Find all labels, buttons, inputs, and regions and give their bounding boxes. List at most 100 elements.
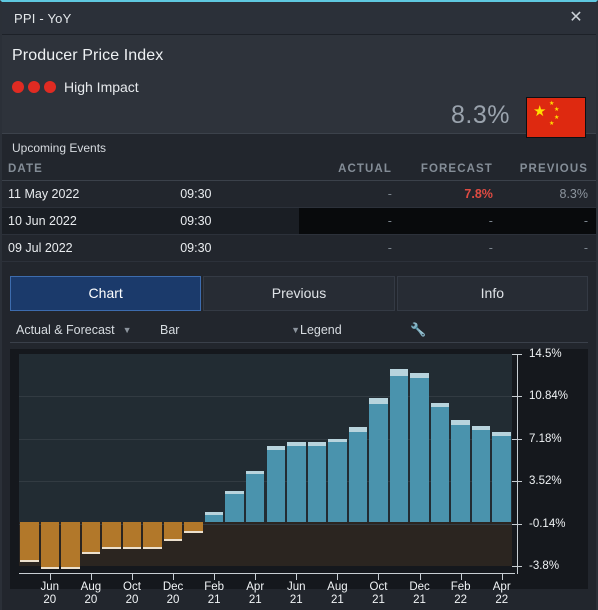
y-axis-label: -0.14% <box>529 517 566 530</box>
x-axis-label: Dec 21 <box>409 581 430 606</box>
cell-date: 09 Jul 2022 <box>2 234 181 262</box>
chart-plot-area <box>19 354 512 570</box>
chart-bar[interactable] <box>287 354 306 566</box>
column-header-previous: PREVIOUS <box>500 159 596 181</box>
cell-actual: - <box>298 180 400 208</box>
x-axis-label: Apr 21 <box>246 581 265 606</box>
bar-actual-segment <box>287 445 306 522</box>
impact-dots <box>12 81 56 93</box>
bar-actual-segment <box>184 521 203 532</box>
impact-dot <box>12 81 24 93</box>
column-header-date: DATE <box>2 159 181 181</box>
x-axis-tick <box>214 574 216 580</box>
tab-chart[interactable]: Chart <box>10 276 202 311</box>
chart-bar[interactable] <box>245 354 265 566</box>
page-title: Producer Price Index <box>12 47 164 64</box>
series-select[interactable]: Actual & Forecast ▼ <box>10 323 160 337</box>
chart-bar[interactable] <box>81 354 101 566</box>
chart-bar[interactable] <box>430 354 450 566</box>
chart-bar[interactable] <box>122 354 142 566</box>
cell-date: 10 Jun 2022 <box>2 207 181 235</box>
chart-container[interactable]: 14.5% 10.84% 7.18% 3.52% -0.14% -3.8% Jun 20 Au… <box>10 348 588 606</box>
flag-star-small: ★ <box>554 107 560 113</box>
chart-bar[interactable] <box>184 354 203 566</box>
chart-bar[interactable] <box>102 354 121 566</box>
x-axis-tick <box>296 574 298 580</box>
indicator-header: Producer Price Index High Impact 8.3% ★ … <box>2 35 596 138</box>
bar-actual-segment <box>492 436 511 522</box>
bar-forecast-segment <box>20 560 39 563</box>
chart-bar[interactable] <box>471 354 491 566</box>
bar-actual-segment <box>245 474 265 522</box>
tab-previous[interactable]: Previous <box>203 276 395 311</box>
cell-actual: - <box>298 234 400 262</box>
close-icon[interactable]: ✕ <box>566 8 586 28</box>
bar-forecast-segment <box>163 539 183 542</box>
bar-actual-segment <box>204 515 224 522</box>
bar-actual-segment <box>430 407 450 522</box>
bar-forecast-segment <box>40 567 60 570</box>
bar-actual-segment <box>81 521 101 553</box>
chart-bar[interactable] <box>451 354 470 566</box>
y-axis-tick <box>512 566 522 567</box>
table-row[interactable]: 11 May 2022 09:30 - 7.8% 8.3% <box>2 180 596 208</box>
tab-info[interactable]: Info <box>396 276 588 311</box>
impact-dot <box>44 81 56 93</box>
table-row[interactable]: 09 Jul 2022 09:30 - - - <box>2 234 596 262</box>
bar-forecast-segment <box>307 442 327 446</box>
x-axis-label: Jun 21 <box>287 581 306 606</box>
chart-type-select[interactable]: Bar ▼ <box>160 323 300 337</box>
y-axis-line <box>517 354 518 574</box>
flag-star-large: ★ <box>533 103 547 120</box>
country-flag-icon: ★ ★ ★ ★ ★ <box>526 97 586 138</box>
chart-bar[interactable] <box>20 354 39 566</box>
chart-bar[interactable] <box>348 354 368 566</box>
cell-previous: 8.3% <box>500 180 596 208</box>
column-header-actual: ACTUAL <box>298 159 400 181</box>
upcoming-events-section: Upcoming Events DATE ACTUAL FORECAST PRE… <box>2 134 596 262</box>
bar-forecast-segment <box>287 442 306 446</box>
bar-forecast-segment <box>471 425 491 431</box>
cell-previous: - <box>500 234 596 262</box>
x-axis-tick <box>378 574 380 580</box>
legend-toggle[interactable]: Legend <box>300 323 410 337</box>
chart-bar[interactable] <box>143 354 162 566</box>
cell-forecast: - <box>399 234 501 262</box>
y-axis-tick <box>512 523 522 525</box>
bar-actual-segment <box>266 450 286 522</box>
chart-bar[interactable] <box>492 354 511 566</box>
bar-forecast-segment <box>61 567 80 570</box>
x-axis-label: Dec 20 <box>162 581 184 606</box>
bar-forecast-segment <box>122 547 142 550</box>
chart-bar[interactable] <box>389 354 409 566</box>
bar-actual-segment <box>410 378 429 522</box>
y-axis-label: 3.52% <box>529 475 562 488</box>
bar-forecast-segment <box>389 369 409 376</box>
legend-label: Legend <box>300 322 342 337</box>
chart-bar[interactable] <box>410 354 429 566</box>
flag-star-small: ★ <box>549 121 555 127</box>
tab-bar: Chart Previous Info <box>2 276 596 311</box>
chart-bar[interactable] <box>369 354 388 566</box>
x-axis-line <box>19 573 515 574</box>
current-value: 8.3% <box>451 101 510 129</box>
x-axis-label: Feb 21 <box>204 581 225 606</box>
x-axis-label: Jun 20 <box>40 581 60 606</box>
chart-bar[interactable] <box>307 354 327 566</box>
chart-bar[interactable] <box>225 354 244 566</box>
chart-bar[interactable] <box>204 354 224 566</box>
chart-type-value: Bar <box>160 322 180 337</box>
chart-bar[interactable] <box>266 354 286 566</box>
wrench-icon[interactable]: 🔧 <box>410 322 426 338</box>
bar-forecast-segment <box>369 398 388 404</box>
table-row[interactable]: 10 Jun 2022 09:30 - - - <box>2 207 596 235</box>
bar-forecast-segment <box>328 438 347 443</box>
chart-bar[interactable] <box>163 354 183 566</box>
table-header-row: DATE ACTUAL FORECAST PREVIOUS <box>2 159 596 181</box>
chart-bar[interactable] <box>61 354 80 570</box>
bar-actual-segment <box>143 521 162 548</box>
chart-bar[interactable] <box>328 354 347 566</box>
chart-bar[interactable] <box>40 354 60 570</box>
x-axis-tick <box>337 574 339 580</box>
x-axis-label: Oct 21 <box>369 581 388 606</box>
